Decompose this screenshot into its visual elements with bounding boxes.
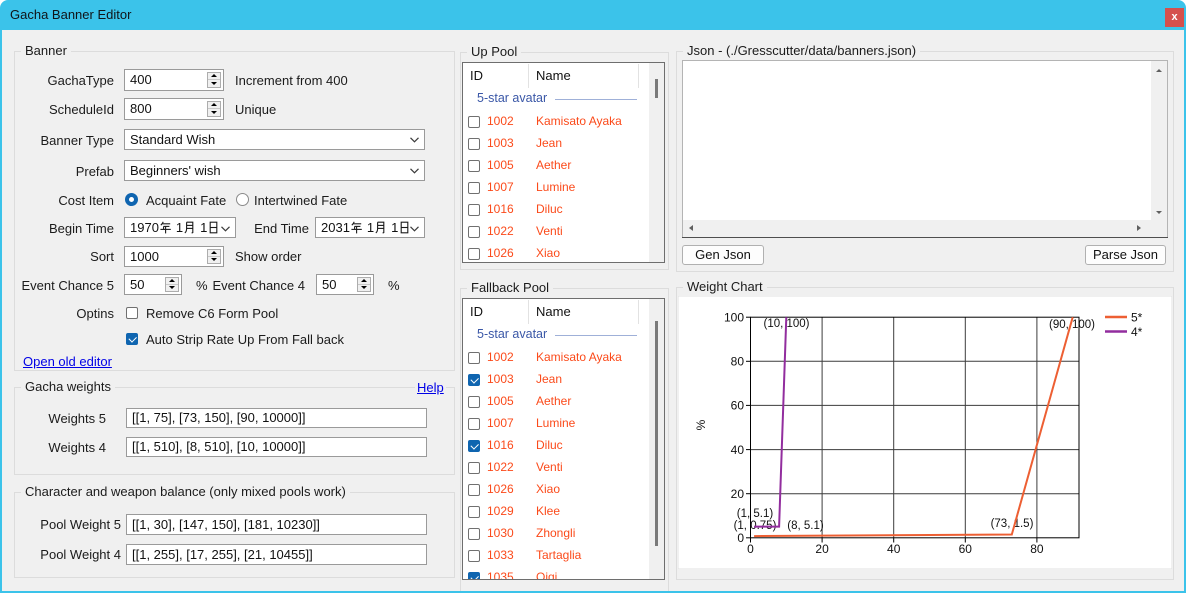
svg-text:0: 0 <box>737 531 744 545</box>
svg-text:100: 100 <box>724 310 744 324</box>
svg-text:80: 80 <box>731 355 745 369</box>
svg-text:(1, 5.1): (1, 5.1) <box>737 508 774 520</box>
svg-text:60: 60 <box>959 542 973 556</box>
svg-text:4*: 4* <box>1131 325 1143 339</box>
svg-text:60: 60 <box>731 399 745 413</box>
svg-text:5*: 5* <box>1131 311 1143 325</box>
svg-text:80: 80 <box>1030 542 1044 556</box>
svg-text:40: 40 <box>731 443 745 457</box>
svg-text:0: 0 <box>747 542 754 556</box>
svg-text:20: 20 <box>815 542 829 556</box>
svg-text:20: 20 <box>731 487 745 501</box>
svg-text:(73, 1.5): (73, 1.5) <box>991 518 1034 530</box>
svg-text:40: 40 <box>887 542 901 556</box>
svg-text:(8, 5.1): (8, 5.1) <box>787 520 824 532</box>
svg-text:%: % <box>694 419 708 430</box>
